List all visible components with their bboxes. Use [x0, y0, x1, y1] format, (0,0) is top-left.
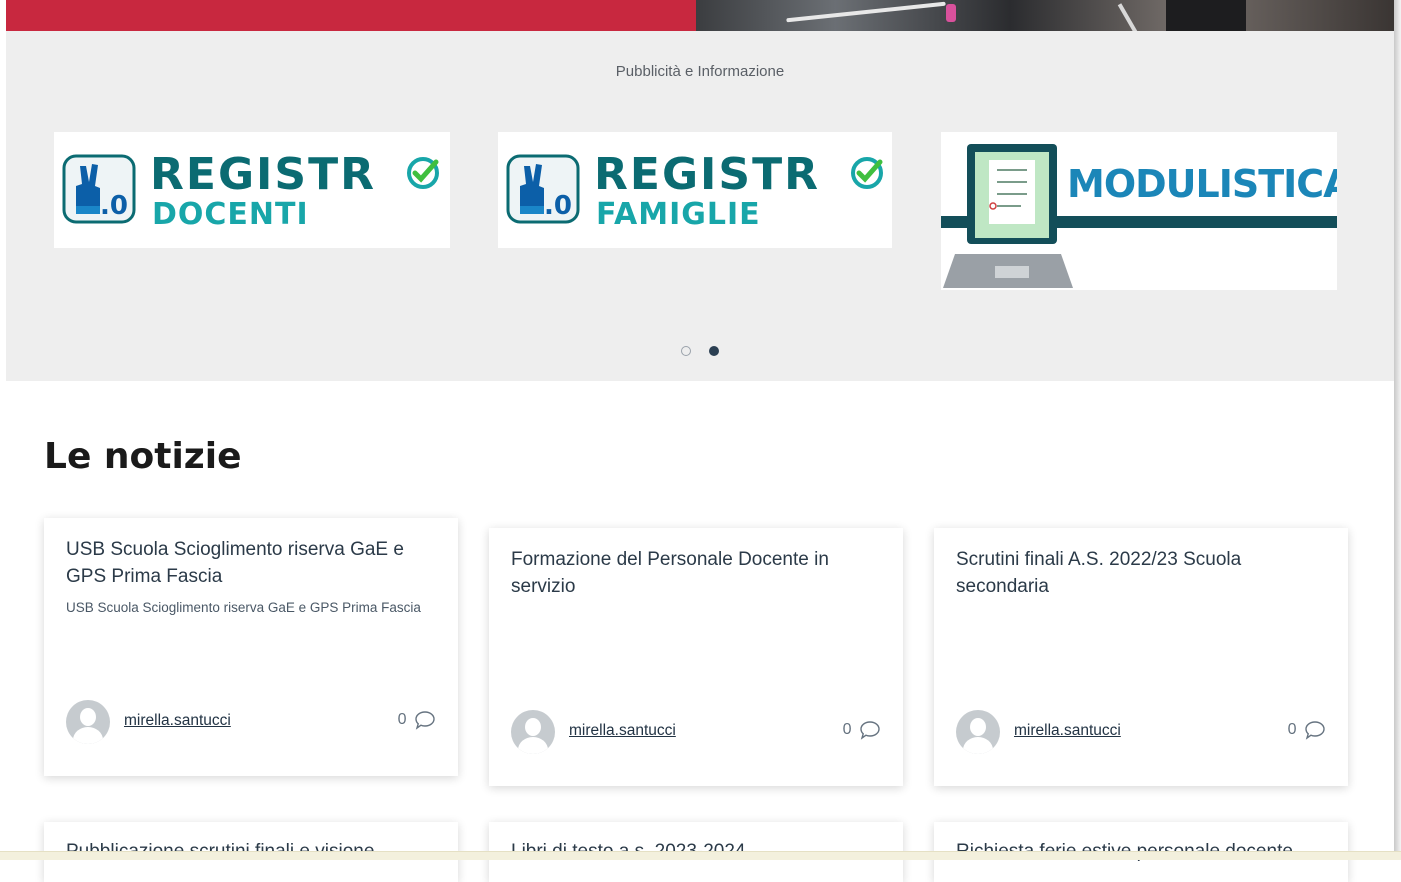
modulistica-word: MODULISTICA	[1067, 162, 1337, 206]
check-circle-icon	[851, 157, 883, 189]
svg-text:.0: .0	[544, 191, 572, 221]
registro-docenti-label: DOCENTI	[152, 197, 309, 232]
svg-text:.0: .0	[100, 191, 128, 221]
hero-red-panel	[6, 0, 696, 31]
news-card-title[interactable]: Formazione del Personale Docente in serv…	[511, 546, 881, 600]
news-section-title: Le notizie	[44, 436, 242, 477]
news-card-title[interactable]: Scrutini finali A.S. 2022/23 Scuola seco…	[956, 546, 1326, 600]
promo-title: Pubblicità e Informazione	[615, 63, 785, 80]
comment-bubble-icon	[860, 721, 880, 740]
registro-famiglie-label: FAMIGLIE	[596, 197, 761, 232]
news-card[interactable]: Formazione del Personale Docente in serv…	[489, 528, 903, 786]
registro-docenti-banner[interactable]: .0 REGISTR DOCENTI	[54, 132, 450, 248]
comment-bubble-icon	[1305, 721, 1325, 740]
comment-count[interactable]: 0	[398, 710, 436, 730]
laptop-form-icon	[943, 144, 1073, 288]
registro-word: REGISTR	[150, 149, 377, 200]
author-link[interactable]: mirella.santucci	[1014, 722, 1121, 740]
promo-section: Pubblicità e Informazione .0 REGISTR DOC…	[6, 31, 1394, 381]
avatar	[66, 700, 110, 744]
news-card-footer: mirella.santucci 0	[511, 710, 881, 754]
check-circle-icon	[407, 157, 439, 189]
news-card-title[interactable]: USB Scuola Scioglimento riserva GaE e GP…	[66, 536, 436, 590]
author-link[interactable]: mirella.santucci	[569, 722, 676, 740]
comment-bubble-icon	[415, 711, 435, 730]
registro-hand-icon: .0	[506, 154, 580, 224]
carousel-dot-2[interactable]	[708, 346, 719, 356]
news-card-footer: mirella.santucci 0	[66, 700, 436, 744]
registro-hand-icon: .0	[62, 154, 136, 224]
hero-photo	[696, 0, 1394, 31]
news-card-excerpt: USB Scuola Scioglimento riserva GaE e GP…	[66, 600, 421, 615]
window-edge	[1394, 0, 1401, 859]
news-card[interactable]: USB Scuola Scioglimento riserva GaE e GP…	[44, 518, 458, 776]
avatar	[511, 710, 555, 754]
registro-famiglie-banner[interactable]: .0 REGISTR FAMIGLIE	[498, 132, 892, 248]
carousel-dots	[6, 341, 1394, 360]
carousel-dot-1[interactable]	[681, 346, 692, 356]
comment-count[interactable]: 0	[1288, 720, 1326, 740]
news-card[interactable]: Scrutini finali A.S. 2022/23 Scuola seco…	[934, 528, 1348, 786]
registro-word: REGISTR	[594, 149, 821, 200]
comment-count[interactable]: 0	[843, 720, 881, 740]
hero-image-strip	[6, 0, 1394, 31]
modulistica-banner[interactable]: MODULISTICA	[941, 132, 1337, 290]
avatar	[956, 710, 1000, 754]
author-link[interactable]: mirella.santucci	[124, 712, 231, 730]
news-card-footer: mirella.santucci 0	[956, 710, 1326, 754]
